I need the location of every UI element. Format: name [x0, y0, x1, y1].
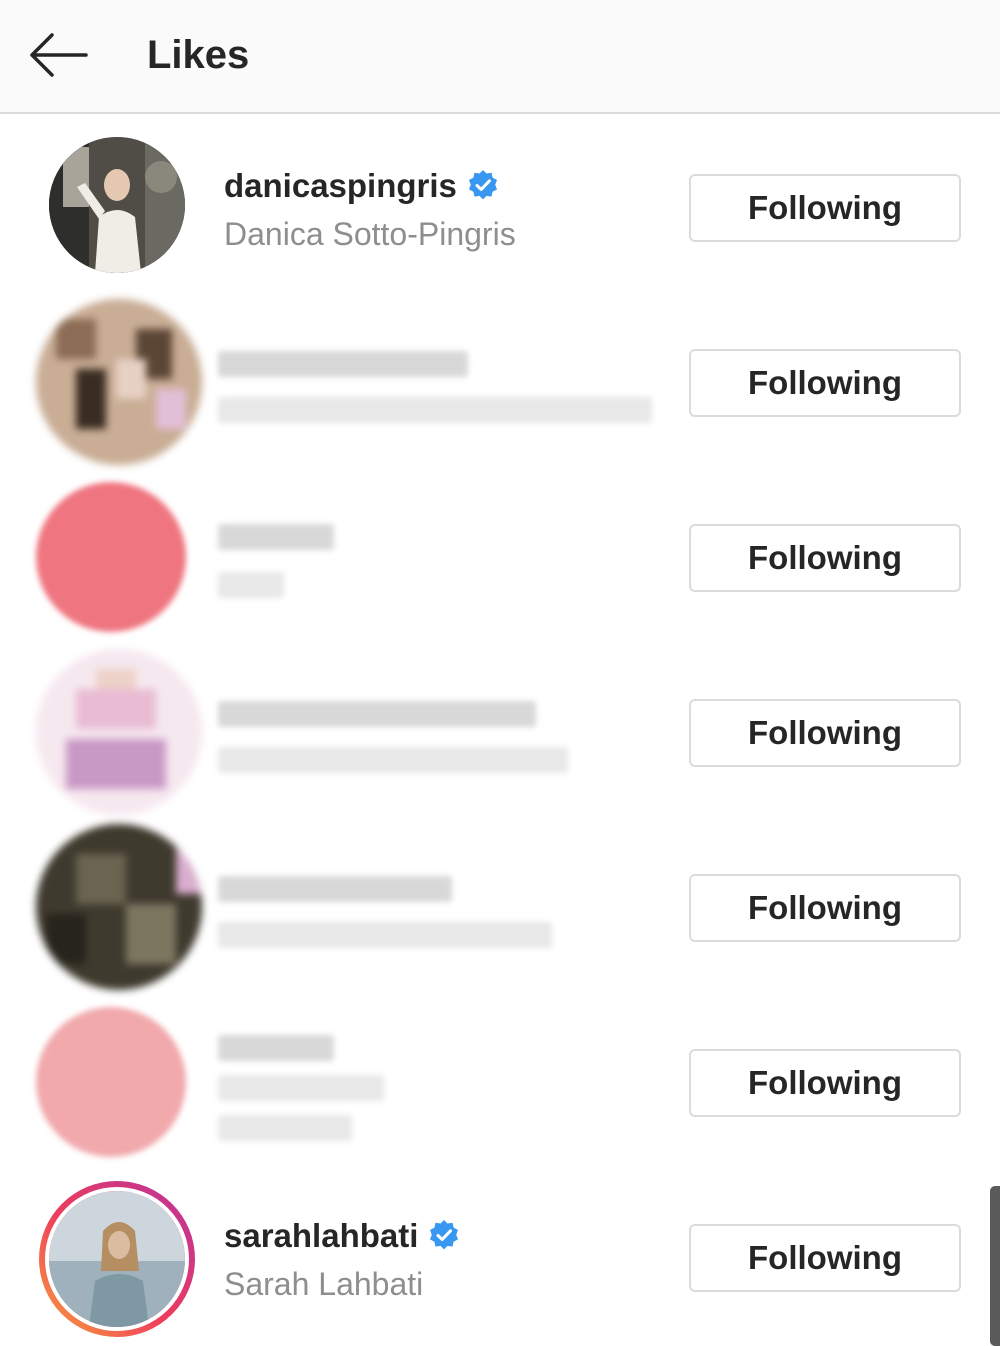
verified-badge-icon [430, 1220, 459, 1250]
blurred-full-name [218, 572, 284, 598]
avatar[interactable] [36, 482, 202, 648]
blurred-username [218, 876, 452, 902]
blurred-photo [36, 649, 202, 815]
following-button[interactable]: Following [689, 174, 961, 242]
avatar[interactable] [36, 124, 202, 290]
scrollbar[interactable] [990, 1186, 1000, 1346]
avatar[interactable] [36, 649, 202, 815]
back-button[interactable] [26, 30, 90, 80]
following-button[interactable]: Following [689, 524, 961, 592]
full-name: Danica Sotto-Pingris [224, 216, 516, 252]
story-ring [39, 1181, 195, 1337]
username[interactable]: sarahlahbati [224, 1216, 460, 1256]
blurred-photo [36, 824, 202, 990]
list-item[interactable]: Following [0, 291, 1000, 466]
following-button[interactable]: Following [689, 874, 961, 942]
following-button[interactable]: Following [689, 1049, 961, 1117]
list-item[interactable]: Following [0, 641, 1000, 816]
full-name: Sarah Lahbati [224, 1266, 424, 1302]
avatar[interactable] [36, 824, 202, 990]
top-bar: Likes [0, 0, 1000, 114]
list-item[interactable]: Following [0, 991, 1000, 1166]
avatar[interactable] [36, 1007, 202, 1173]
blurred-full-name [218, 747, 568, 773]
page-title: Likes [147, 33, 250, 77]
blurred-photo [36, 299, 202, 465]
blurred-username [218, 1035, 334, 1061]
arrow-left-icon [30, 33, 88, 77]
blurred-username [218, 701, 536, 727]
list-item[interactable]: sarahlahbati Sarah Lahbati Following [0, 1166, 1000, 1341]
list-item[interactable]: danicaspingris Danica Sotto-Pingris Foll… [0, 116, 1000, 291]
list-item[interactable]: Following [0, 816, 1000, 991]
avatar[interactable] [36, 1178, 202, 1344]
profile-photo [49, 137, 185, 273]
following-button[interactable]: Following [689, 699, 961, 767]
list-item[interactable]: Following [0, 466, 1000, 641]
username[interactable]: danicaspingris [224, 166, 499, 206]
blurred-full-name [218, 397, 652, 423]
following-button[interactable]: Following [689, 349, 961, 417]
blurred-username [218, 524, 334, 550]
avatar[interactable] [36, 299, 202, 465]
blurred-username [218, 351, 468, 377]
verified-badge-icon [468, 170, 497, 200]
blurred-extra-line [218, 1115, 352, 1141]
blurred-full-name [218, 922, 552, 948]
blurred-full-name [218, 1075, 384, 1101]
profile-photo [49, 1191, 185, 1327]
following-button[interactable]: Following [689, 1224, 961, 1292]
